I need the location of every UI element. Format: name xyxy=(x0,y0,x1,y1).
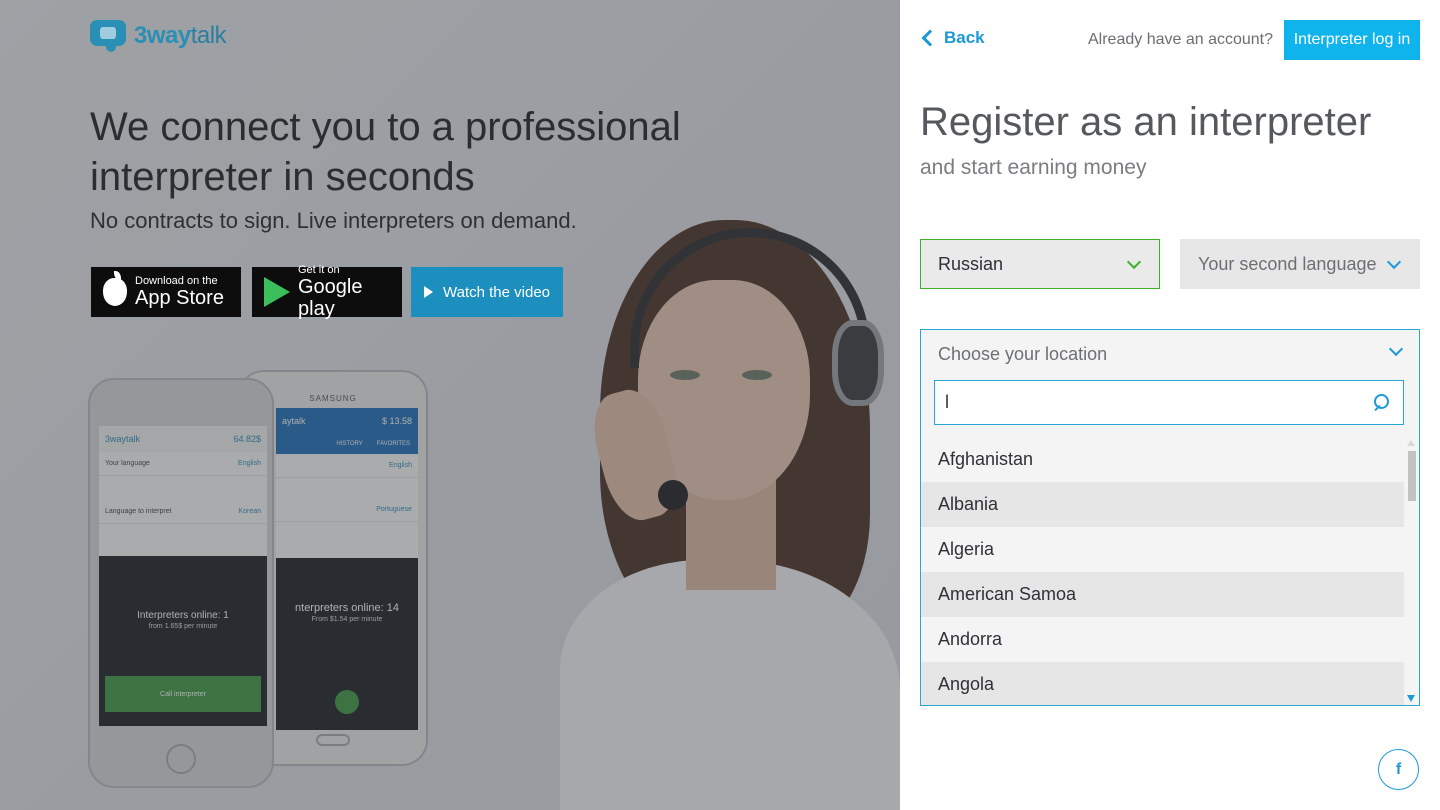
country-list: Afghanistan Albania Algeria American Sam… xyxy=(921,437,1404,705)
chevron-down-icon xyxy=(1386,254,1402,270)
list-item[interactable]: Afghanistan xyxy=(921,437,1404,482)
page-subtitle: and start earning money xyxy=(920,156,1147,179)
list-item[interactable]: American Samoa xyxy=(921,572,1404,617)
interpreter-login-button[interactable]: Interpreter log in xyxy=(1284,20,1420,60)
facebook-icon: f xyxy=(1395,760,1402,778)
app-store-button[interactable]: Download on the App Store xyxy=(91,267,241,317)
search-icon[interactable] xyxy=(1373,394,1389,410)
chevron-down-icon xyxy=(1388,341,1404,357)
hero-section: SAMSUNG aytalk $ 13.58 HISTORY FAVORITES… xyxy=(0,0,900,810)
location-select[interactable]: Choose your location xyxy=(921,330,1419,378)
list-item[interactable]: Albania xyxy=(921,482,1404,527)
registration-panel: Back Already have an account? Interprete… xyxy=(900,0,1440,810)
list-item[interactable]: Algeria xyxy=(921,527,1404,572)
interpreter-photo xyxy=(560,210,900,810)
chevron-down-icon xyxy=(1126,254,1142,270)
chevron-left-icon xyxy=(921,29,939,47)
facebook-button[interactable]: f xyxy=(1378,749,1419,790)
chat-bubble-icon xyxy=(90,20,128,52)
google-play-button[interactable]: Get it on Google play xyxy=(252,264,402,320)
location-search xyxy=(934,380,1404,425)
google-play-icon xyxy=(264,277,290,307)
scroll-down-icon[interactable] xyxy=(1407,695,1415,702)
already-account-text: Already have an account? xyxy=(1088,31,1274,48)
watch-video-button[interactable]: Watch the video xyxy=(411,267,563,317)
phone-iphone: 3waytalk 64.82$ Your language English Lan… xyxy=(88,378,274,788)
phone-icon xyxy=(335,690,359,714)
logo[interactable]: 3waytalk xyxy=(90,20,227,52)
page-title: Register as an interpreter xyxy=(920,100,1372,144)
back-link[interactable]: Back xyxy=(920,28,985,48)
first-language-select[interactable]: Russian xyxy=(920,239,1160,289)
hero-subtitle: No contracts to sign. Live interpreters … xyxy=(90,208,577,233)
list-item[interactable]: Andorra xyxy=(921,617,1404,662)
play-icon xyxy=(424,286,433,298)
scroll-up-icon[interactable] xyxy=(1407,440,1415,446)
scroll-thumb[interactable] xyxy=(1408,451,1416,501)
second-language-select[interactable]: Your second language xyxy=(1180,239,1420,289)
location-dropdown: Choose your location Afghanistan Albania… xyxy=(920,329,1420,706)
list-scrollbar[interactable] xyxy=(1403,437,1419,705)
location-search-input[interactable] xyxy=(935,381,1403,424)
list-item[interactable]: Angola xyxy=(921,662,1404,705)
apple-icon xyxy=(103,271,127,306)
hero-title: We connect you to a professional interpr… xyxy=(90,105,681,199)
